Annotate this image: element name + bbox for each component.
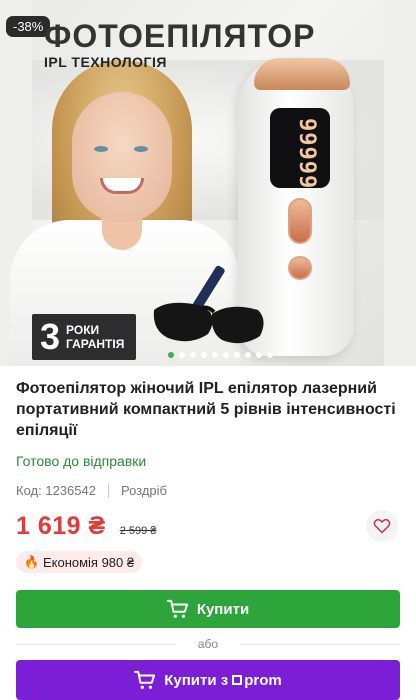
carousel-dot[interactable] (245, 352, 251, 358)
carousel-dot[interactable] (267, 352, 273, 358)
carousel-dot[interactable] (179, 352, 185, 358)
carousel-dot[interactable] (212, 352, 218, 358)
prom-logo-square-icon (232, 675, 243, 685)
epilator-power-button (288, 198, 312, 244)
heart-icon (373, 518, 391, 534)
cart-icon (134, 670, 156, 689)
seller-type: Роздріб (120, 483, 167, 498)
prom-brand: prom (244, 671, 282, 689)
carousel-dot[interactable] (256, 352, 262, 358)
banner-subhead: IPL ТЕХНОЛОГІЯ (44, 54, 167, 70)
or-line-right (240, 644, 400, 645)
warranty-line-2: ГАРАНТІЯ (66, 337, 125, 351)
cart-icon (166, 599, 188, 618)
product-meta: Код: 1236542 Роздріб (16, 483, 404, 498)
warranty-years: 3 (40, 316, 61, 357)
stock-status: Готово до відправки (16, 453, 147, 469)
price-row: 1 619 ₴ 2 599 ₴ (16, 512, 400, 542)
epilator-display-digits: 99999 (294, 118, 319, 190)
product-code-value: 1236542 (45, 483, 96, 498)
current-price: 1 619 ₴ (16, 512, 106, 541)
product-image-carousel[interactable]: 99999 -38% ФОТОЕПІЛЯТОР IPL ТЕХНОЛОГІЯ 3… (0, 0, 416, 366)
fire-icon: 🔥 (24, 555, 39, 569)
warranty-badge: 3 РОКИ ГАРАНТІЯ (32, 314, 136, 360)
prom-button-label: Купити з (164, 671, 229, 689)
carousel-dot[interactable] (190, 352, 196, 358)
buy-button-label: Купити (196, 600, 250, 618)
carousel-dot[interactable] (201, 352, 207, 358)
buy-button[interactable]: Купити (16, 590, 400, 628)
banner-headline: ФОТОЕПІЛЯТОР (44, 18, 316, 54)
model-face (72, 92, 172, 222)
favorite-button[interactable] (366, 510, 398, 542)
model-eye-right (134, 146, 148, 152)
prom-logo: prom (232, 672, 282, 689)
old-price: 2 599 ₴ (119, 525, 157, 537)
warranty-line-1: РОКИ (66, 323, 100, 337)
product-code-label: Код: (16, 483, 42, 498)
price-value: 1 619 (16, 512, 82, 540)
carousel-dot[interactable] (234, 352, 240, 358)
meta-divider (107, 483, 109, 498)
epilator-head (254, 58, 350, 90)
warranty-label: РОКИ ГАРАНТІЯ (66, 323, 124, 351)
buy-with-prom-button[interactable]: Купити з prom (16, 660, 400, 700)
goggles-image (153, 302, 264, 344)
epilator-mode-button (288, 256, 312, 280)
price-currency: ₴ (88, 512, 106, 540)
or-divider: або (16, 637, 400, 651)
carousel-dots[interactable] (168, 352, 273, 358)
or-label: або (197, 637, 219, 651)
product-info: Фотоепілятор жіночий IPL епілятор лазерн… (16, 378, 404, 498)
carousel-dot[interactable] (223, 352, 229, 358)
or-line-left (16, 644, 176, 645)
economy-text: Економія 980 ₴ (42, 554, 135, 570)
product-title: Фотоепілятор жіночий IPL епілятор лазерн… (16, 380, 396, 439)
model-eye-left (94, 146, 108, 152)
carousel-dot[interactable] (168, 352, 174, 358)
economy-badge: 🔥 Економія 980 ₴ (16, 551, 143, 573)
